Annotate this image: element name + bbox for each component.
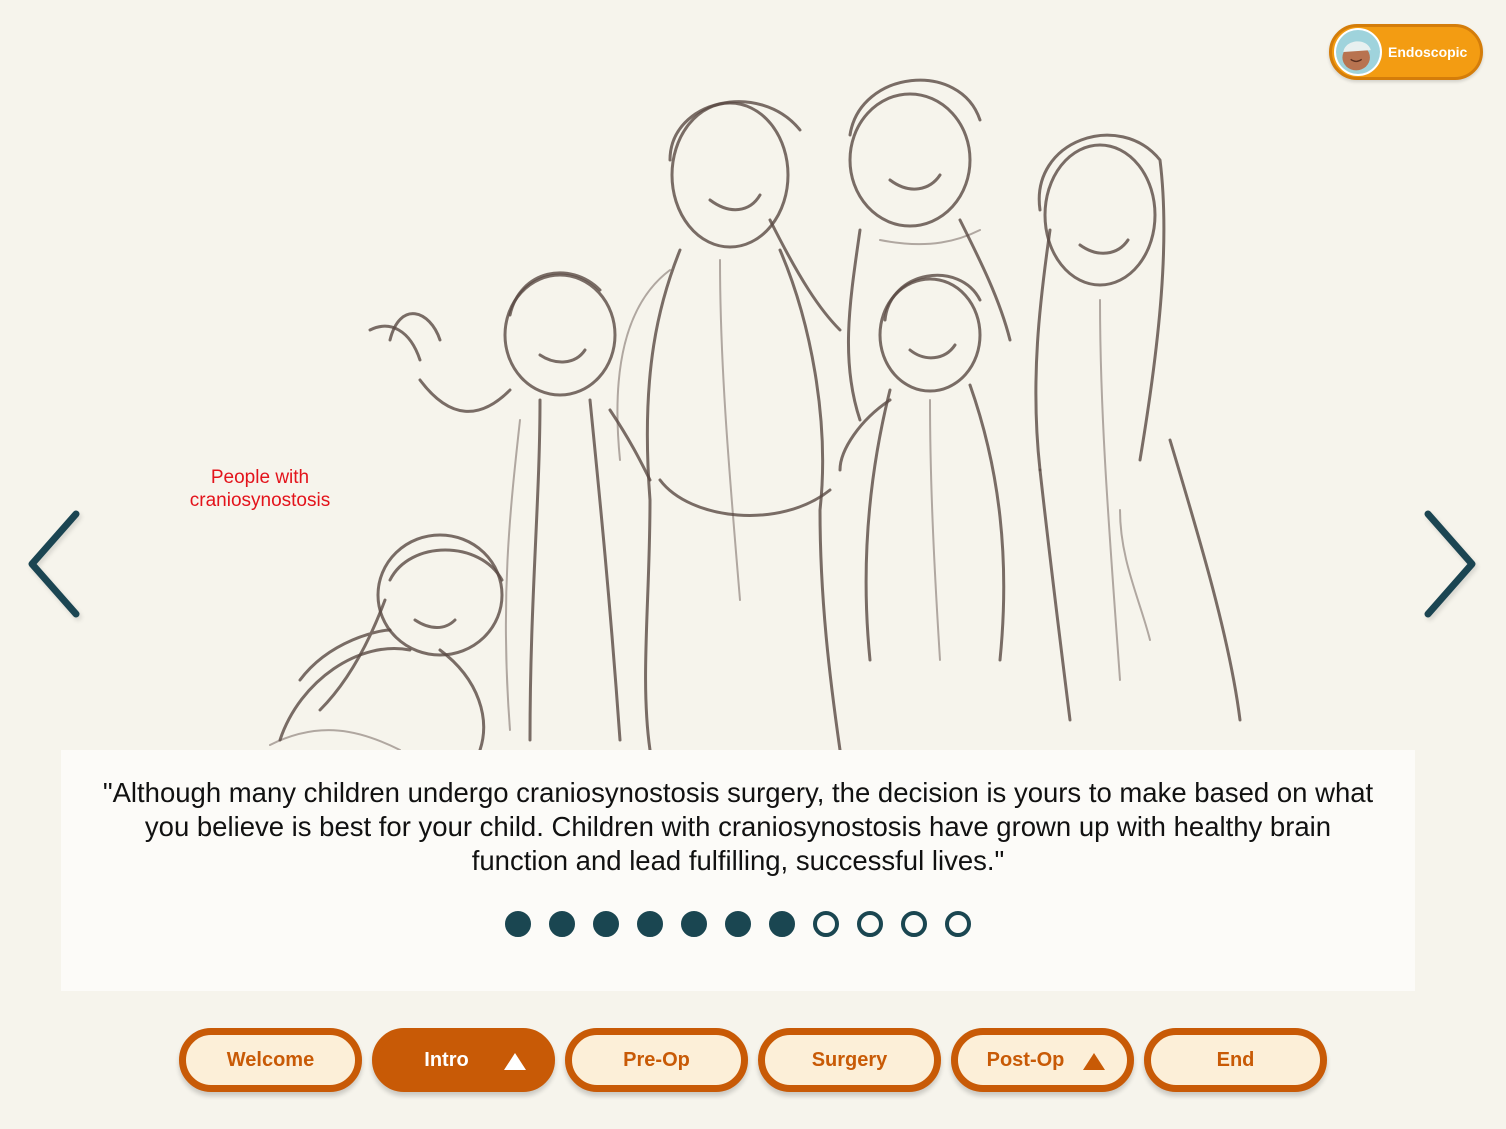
tab-end[interactable]: End xyxy=(1144,1028,1327,1092)
progress-dot[interactable] xyxy=(813,911,839,937)
tab-label: Welcome xyxy=(226,1048,315,1071)
expand-triangle-icon xyxy=(504,1053,526,1070)
expand-triangle-icon xyxy=(1083,1053,1105,1070)
tab-label: Surgery xyxy=(811,1048,888,1071)
progress-dot[interactable] xyxy=(549,911,575,937)
family-sketch-illustration xyxy=(240,40,1300,760)
mode-label: Endoscopic xyxy=(1388,44,1468,60)
progress-dot[interactable] xyxy=(901,911,927,937)
progress-dot[interactable] xyxy=(945,911,971,937)
image-caption: People with craniosynostosis xyxy=(189,467,331,511)
tab-welcome[interactable]: Welcome xyxy=(179,1028,362,1092)
slide-stage: People with craniosynostosis Endoscopic … xyxy=(0,0,1506,1129)
tab-pre-op[interactable]: Pre-Op xyxy=(565,1028,748,1092)
chevron-right-icon xyxy=(1424,510,1476,618)
tab-intro[interactable]: Intro xyxy=(372,1028,555,1092)
progress-dot[interactable] xyxy=(725,911,751,937)
progress-dot[interactable] xyxy=(681,911,707,937)
tab-post-op[interactable]: Post-Op xyxy=(951,1028,1134,1092)
quote-text: "Although many children undergo craniosy… xyxy=(102,777,1374,876)
quote-panel: "Although many children undergo craniosy… xyxy=(61,750,1415,991)
progress-dot[interactable] xyxy=(505,911,531,937)
tab-label: Post-Op xyxy=(986,1048,1065,1071)
child-avatar-icon xyxy=(1334,28,1382,76)
tab-label: End xyxy=(1216,1048,1255,1071)
section-tabs: Welcome Intro Pre-Op Surgery Post-Op End xyxy=(179,1028,1327,1092)
progress-dot[interactable] xyxy=(769,911,795,937)
previous-slide-button[interactable] xyxy=(22,508,86,620)
mode-switch-button[interactable]: Endoscopic xyxy=(1329,24,1483,80)
progress-dot[interactable] xyxy=(593,911,619,937)
tab-label: Pre-Op xyxy=(623,1048,690,1071)
chevron-left-icon xyxy=(28,510,80,618)
progress-dots xyxy=(61,911,1415,937)
tab-surgery[interactable]: Surgery xyxy=(758,1028,941,1092)
progress-dot[interactable] xyxy=(637,911,663,937)
next-slide-button[interactable] xyxy=(1418,508,1482,620)
tab-label: Intro xyxy=(424,1048,469,1071)
progress-dot[interactable] xyxy=(857,911,883,937)
